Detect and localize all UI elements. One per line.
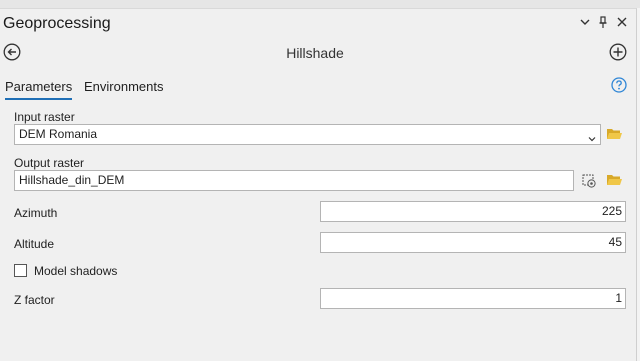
model-shadows-label[interactable]: Model shadows xyxy=(34,264,117,278)
model-shadows-checkbox[interactable] xyxy=(14,264,27,277)
tab-environments[interactable]: Environments xyxy=(84,79,163,94)
altitude-value: 45 xyxy=(608,235,622,249)
open-folder-icon[interactable] xyxy=(606,127,623,141)
tab-parameters[interactable]: Parameters xyxy=(5,79,73,100)
open-folder-icon[interactable] xyxy=(606,173,623,187)
output-raster-label: Output raster xyxy=(14,156,85,170)
geoprocessing-pane: Geoprocessing Hillshade Parameters Envir… xyxy=(0,8,637,361)
raster-properties-icon[interactable] xyxy=(581,173,597,189)
chevron-down-icon[interactable] xyxy=(578,15,592,29)
azimuth-label: Azimuth xyxy=(14,206,58,220)
output-raster-value: Hillshade_din_DEM xyxy=(19,173,125,187)
tool-header: Hillshade xyxy=(0,39,636,67)
azimuth-input[interactable]: 225 xyxy=(320,201,626,222)
z-factor-value: 1 xyxy=(615,291,622,305)
tab-strip: Parameters Environments xyxy=(0,75,636,103)
close-icon[interactable] xyxy=(615,15,629,29)
azimuth-value: 225 xyxy=(601,204,622,218)
pane-title-bar: Geoprocessing xyxy=(0,9,636,39)
chevron-down-icon[interactable] xyxy=(588,130,596,142)
input-raster-label: Input raster xyxy=(14,110,75,124)
altitude-input[interactable]: 45 xyxy=(320,232,626,253)
input-raster-value: DEM Romania xyxy=(19,127,98,141)
altitude-label: Altitude xyxy=(14,237,55,251)
z-factor-label: Z factor xyxy=(14,293,55,307)
tool-title: Hillshade xyxy=(286,45,344,61)
pane-title: Geoprocessing xyxy=(3,15,111,32)
output-raster-field[interactable]: Hillshade_din_DEM xyxy=(14,170,574,191)
pin-icon[interactable] xyxy=(596,15,610,29)
z-factor-input[interactable]: 1 xyxy=(320,288,626,309)
top-strip xyxy=(0,0,640,8)
add-icon[interactable] xyxy=(609,43,627,61)
input-raster-dropdown[interactable]: DEM Romania xyxy=(14,124,601,145)
help-icon[interactable] xyxy=(611,77,627,93)
